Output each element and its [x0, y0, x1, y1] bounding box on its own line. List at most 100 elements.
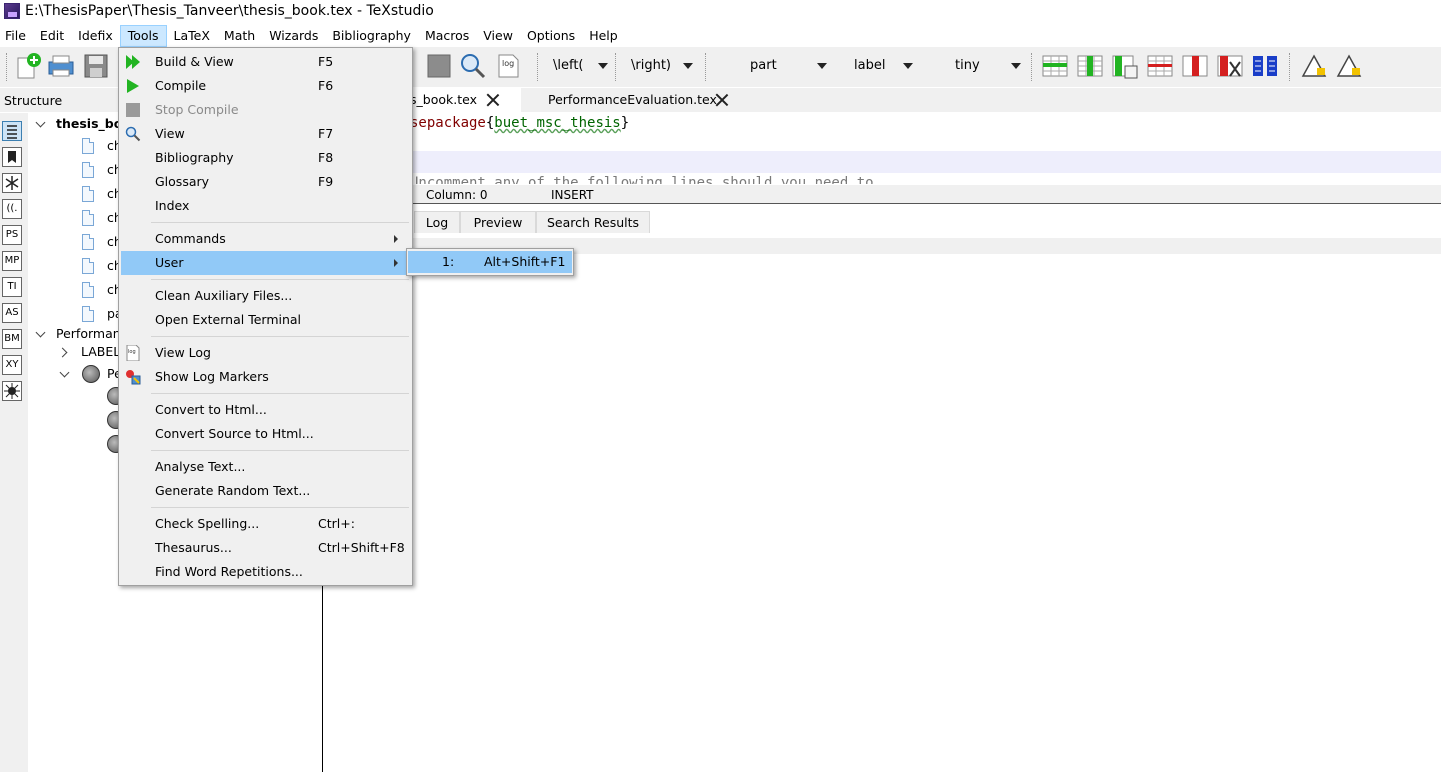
menu-wizards[interactable]: Wizards: [262, 25, 325, 47]
user-submenu-item-1[interactable]: 1: Alt+Shift+F1: [408, 251, 572, 273]
chevron-down-icon: [903, 63, 913, 69]
file-icon: [82, 258, 94, 274]
menu-separator: [151, 336, 409, 337]
menu-idefix[interactable]: Idefix: [71, 25, 120, 47]
menu-item-thesaurus[interactable]: Thesaurus... Ctrl+Shift+F8: [121, 536, 410, 560]
zoom-icon[interactable]: [459, 52, 487, 80]
menu-latex[interactable]: LaTeX: [167, 25, 217, 47]
sectioning-combo[interactable]: part: [750, 54, 830, 78]
left-delimiter-combo[interactable]: \left(: [553, 54, 613, 78]
tab-preview[interactable]: Preview: [460, 211, 536, 233]
tab-log[interactable]: Log: [414, 211, 460, 233]
status-insert-mode: INSERT: [551, 188, 594, 202]
close-icon[interactable]: [486, 93, 500, 107]
file-icon: [82, 306, 94, 322]
menu-tools[interactable]: Tools: [119, 25, 167, 47]
chevron-down-icon: [35, 117, 46, 128]
log-icon[interactable]: log: [494, 52, 522, 80]
pstricks-icon[interactable]: PS: [2, 225, 22, 245]
menu-item-glossary[interactable]: Glossary F9: [121, 170, 410, 194]
side-panel-strip: ((. PS MP TI AS BM XY: [0, 113, 28, 772]
menu-item-compile[interactable]: Compile F6: [121, 74, 410, 98]
file-icon: [82, 282, 94, 298]
menu-item-clean-aux[interactable]: Clean Auxiliary Files...: [121, 284, 410, 308]
bookmarks-icon[interactable]: [2, 147, 22, 167]
menu-macros[interactable]: Macros: [418, 25, 476, 47]
menu-file[interactable]: File: [0, 25, 33, 47]
print-icon[interactable]: [47, 52, 75, 80]
menu-item-view[interactable]: View F7: [121, 122, 410, 146]
window-title: E:\ThesisPaper\Thesis_Tanveer\thesis_boo…: [25, 3, 434, 19]
table-add-row-icon[interactable]: [1041, 52, 1069, 80]
warning-icon[interactable]: [1300, 52, 1328, 80]
menu-item-show-log-markers[interactable]: Show Log Markers: [121, 365, 410, 389]
structure-title: Structure: [4, 93, 63, 108]
editor-tab-bar: s_book.tex PerformanceEvaluation.tex: [323, 88, 1441, 112]
xymatrix-icon[interactable]: XY: [2, 355, 22, 375]
special-chars-icon[interactable]: [2, 381, 22, 401]
table-remove-column-icon[interactable]: [1181, 52, 1209, 80]
texstudio-logo-icon: [4, 3, 20, 19]
menu-edit[interactable]: Edit: [33, 25, 71, 47]
table-cut-column-icon[interactable]: [1216, 52, 1244, 80]
chevron-right-icon: [394, 235, 398, 243]
log-icon: log: [125, 344, 141, 362]
table-align-icon[interactable]: [1251, 52, 1279, 80]
asymptote-icon[interactable]: AS: [2, 303, 22, 323]
chevron-down-icon: [1011, 63, 1021, 69]
menu-item-stop-compile[interactable]: Stop Compile: [121, 98, 410, 122]
menu-item-check-spelling[interactable]: Check Spelling... Ctrl+:: [121, 512, 410, 536]
menu-item-index[interactable]: Index: [121, 194, 410, 218]
chevron-down-icon: [35, 327, 46, 338]
symbols-icon[interactable]: [2, 173, 22, 193]
font-size-combo[interactable]: tiny: [955, 54, 1025, 78]
menu-item-user[interactable]: User: [121, 251, 410, 275]
structure-view-icon[interactable]: [2, 121, 22, 141]
stop-compile-icon: [125, 102, 141, 118]
tikz-icon[interactable]: TI: [2, 277, 22, 297]
warning-next-icon[interactable]: [1335, 52, 1363, 80]
table-add-column-icon[interactable]: [1076, 52, 1104, 80]
right-delimiter-combo[interactable]: \right): [631, 54, 696, 78]
build-view-icon: [125, 54, 141, 70]
table-paste-column-icon[interactable]: [1111, 52, 1139, 80]
tab-search-results[interactable]: Search Results: [536, 211, 650, 233]
menu-separator: [151, 393, 409, 394]
table-remove-row-icon[interactable]: [1146, 52, 1174, 80]
metapost-icon[interactable]: MP: [2, 251, 22, 271]
menu-item-bibliography[interactable]: Bibliography F8: [121, 146, 410, 170]
close-icon[interactable]: [715, 93, 729, 107]
menu-math[interactable]: Math: [217, 25, 262, 47]
reference-combo[interactable]: label: [854, 54, 916, 78]
menu-bibliography[interactable]: Bibliography: [325, 25, 418, 47]
menu-item-analyse-text[interactable]: Analyse Text...: [121, 455, 410, 479]
section-icon: [82, 365, 100, 383]
tab-performance-evaluation[interactable]: PerformanceEvaluation.tex: [521, 88, 747, 112]
status-bar: [323, 185, 1441, 204]
menu-item-open-terminal[interactable]: Open External Terminal: [121, 308, 410, 332]
menu-item-find-word-repetitions[interactable]: Find Word Repetitions...: [121, 560, 410, 584]
menu-view[interactable]: View: [476, 25, 520, 47]
title-bar: E:\ThesisPaper\Thesis_Tanveer\thesis_boo…: [0, 0, 1441, 24]
save-icon[interactable]: [82, 52, 110, 80]
chevron-down-icon: [817, 63, 827, 69]
chevron-right-icon: [394, 259, 398, 267]
new-file-icon[interactable]: [14, 52, 42, 80]
compile-icon: [125, 78, 141, 94]
file-icon: [82, 186, 94, 202]
tools-menu: Build & View F5 Compile F6 Stop Compile …: [118, 47, 413, 586]
menu-item-convert-html[interactable]: Convert to Html...: [121, 398, 410, 422]
menu-item-random-text[interactable]: Generate Random Text...: [121, 479, 410, 503]
menu-help[interactable]: Help: [582, 25, 625, 47]
menu-separator: [151, 279, 409, 280]
menu-item-view-log[interactable]: log View Log: [121, 341, 410, 365]
menu-item-convert-source-html[interactable]: Convert Source to Html...: [121, 422, 410, 446]
file-icon: [82, 210, 94, 226]
status-column: Column: 0: [426, 188, 488, 202]
menu-options[interactable]: Options: [520, 25, 582, 47]
menu-item-commands[interactable]: Commands: [121, 227, 410, 251]
beamer-icon[interactable]: BM: [2, 329, 22, 349]
stop-icon[interactable]: [425, 52, 453, 80]
menu-item-build-view[interactable]: Build & View F5: [121, 50, 410, 74]
brackets-icon[interactable]: ((.: [2, 199, 22, 219]
